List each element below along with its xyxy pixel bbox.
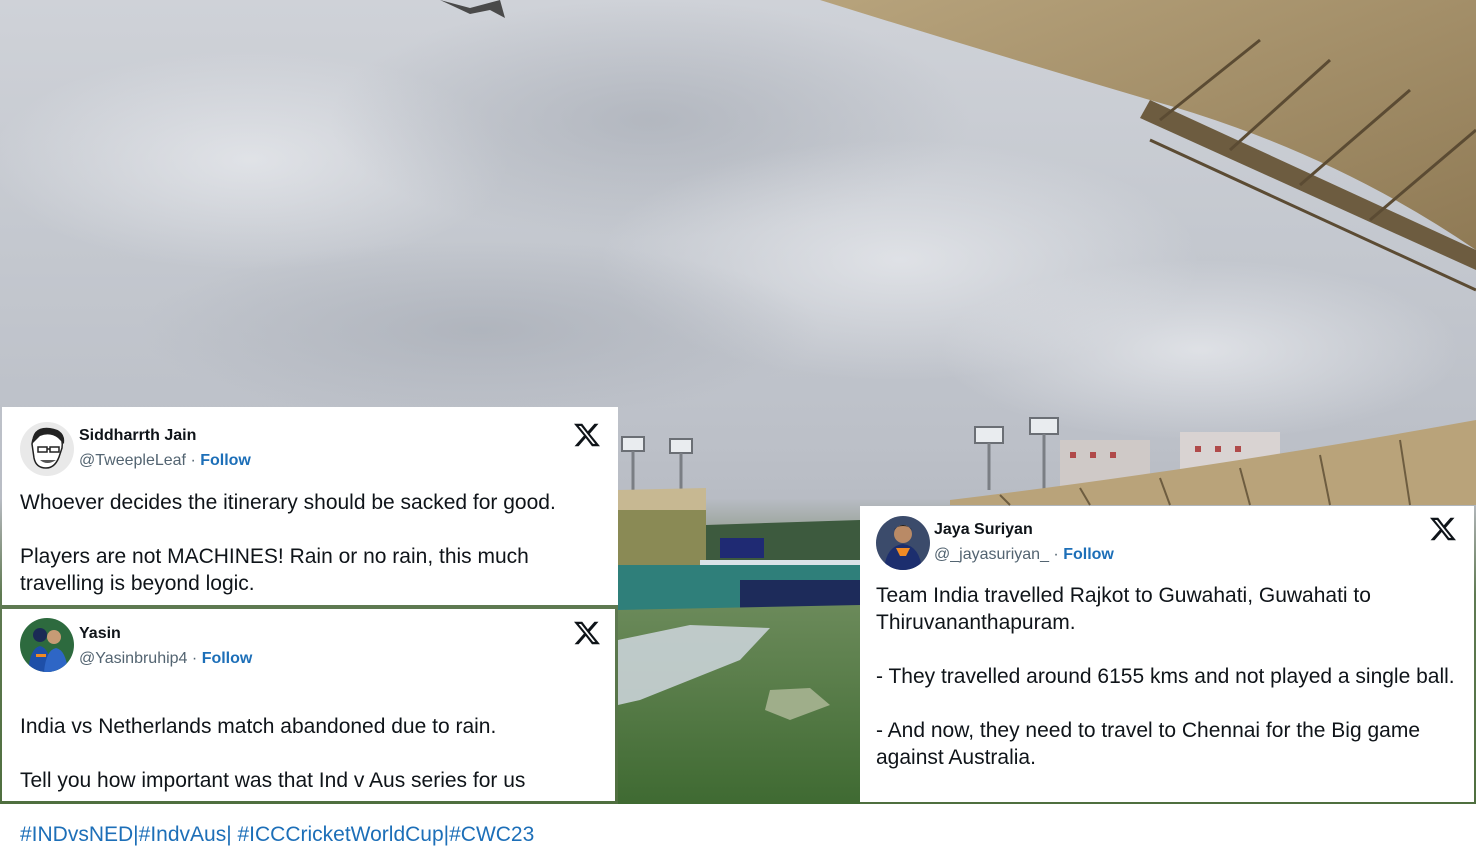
author-meta: @_jayasuriyan_ · Follow — [934, 546, 1114, 564]
tweet-card-jaya-suriyan[interactable]: Jaya Suriyan @_jayasuriyan_ · Follow Tea… — [860, 506, 1474, 802]
tweet-text: Whoever decides the itinerary should be … — [20, 491, 556, 595]
avatar[interactable] — [876, 516, 930, 570]
author-name[interactable]: Yasin — [79, 625, 121, 643]
tweet-card-yasin[interactable]: Yasin @Yasinbruhip4 · Follow India vs Ne… — [2, 609, 615, 846]
tweet-text: Team India travelled Rajkot to Guwahati,… — [876, 584, 1455, 769]
author-handle[interactable]: @Yasinbruhip4 — [79, 650, 187, 667]
separator-dot: · — [1053, 546, 1059, 563]
follow-button[interactable]: Follow — [202, 650, 253, 667]
author-name[interactable]: Siddharrth Jain — [79, 427, 196, 445]
avatar-sketch-portrait-icon — [20, 422, 74, 476]
separator-dot: · — [191, 650, 198, 667]
follow-button[interactable]: Follow — [200, 452, 251, 469]
hashtag-links[interactable]: #INDvsNED|#IndvAus| #ICCCricketWorldCup|… — [20, 823, 534, 846]
author-handle[interactable]: @_jayasuriyan_ — [934, 546, 1049, 563]
tweet-text: India vs Netherlands match abandoned due… — [20, 686, 610, 848]
x-logo-icon[interactable] — [574, 422, 600, 448]
avatar[interactable] — [20, 422, 74, 476]
author-handle[interactable]: @TweepleLeaf — [79, 452, 186, 469]
separator-dot: · — [190, 452, 196, 469]
avatar[interactable] — [20, 618, 74, 672]
avatar-cricketers-photo-icon — [20, 618, 74, 672]
tweet-card-siddharrth-jain[interactable]: Siddharrth Jain @TweepleLeaf · Follow Wh… — [2, 407, 618, 605]
x-logo-icon[interactable] — [574, 620, 600, 646]
author-name[interactable]: Jaya Suriyan — [934, 521, 1033, 539]
avatar-cricketer-photo-icon — [876, 516, 930, 570]
author-meta: @Yasinbruhip4 · Follow — [79, 650, 252, 668]
follow-button[interactable]: Follow — [1063, 546, 1114, 563]
x-logo-icon[interactable] — [1430, 516, 1456, 542]
author-meta: @TweepleLeaf · Follow — [79, 452, 251, 470]
tweet-text-content: India vs Netherlands match abandoned due… — [20, 715, 526, 792]
